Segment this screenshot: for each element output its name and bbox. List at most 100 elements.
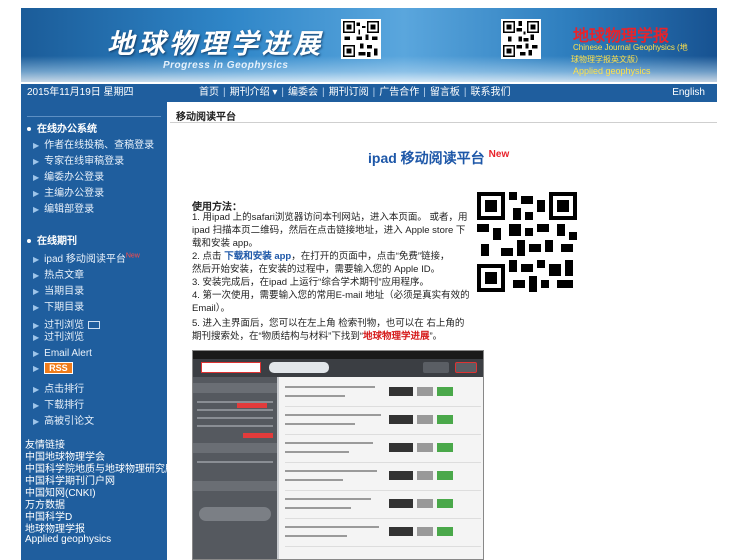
sidebar-item-author[interactable]: ▶ 作者在线投稿、查稿登录 [33, 136, 154, 151]
ipad-panel-header [193, 443, 277, 453]
nav-home[interactable]: 首页 [199, 84, 219, 102]
sister-journal-applied[interactable]: Applied geophysics [573, 66, 651, 76]
nav-separator: | [223, 87, 226, 98]
section-online-office: 在线办公系统 [27, 120, 97, 135]
ipad-panel-row [197, 425, 273, 427]
nav-separator: | [322, 87, 325, 98]
usage-title: 使用方法： [192, 202, 242, 213]
nav-contact[interactable]: 联系我们 [470, 84, 510, 102]
download-app-link[interactable]: 下载和安装 app [224, 251, 291, 262]
nav-editorial-board[interactable]: 编委会 [288, 84, 318, 102]
journal-name-highlight: 地球物理学进展 [363, 331, 430, 342]
ipad-panel-row [197, 461, 273, 463]
sister-journal-en[interactable]: Chinese Journal Geophysics (地 [573, 42, 688, 53]
nav-separator: | [463, 87, 467, 98]
arrow-right-icon: ▶ [33, 364, 40, 373]
instruction-line: 载和安装 app。 [192, 238, 258, 249]
arrow-right-icon: ▶ [33, 157, 40, 166]
breadcrumb: 移动阅读平台 [176, 112, 236, 123]
sidebar-item-current[interactable]: ▶ 当期目录 [33, 282, 84, 297]
bullet-icon [27, 127, 31, 132]
instruction-line: ipad 扫描本页二维码，然后在点击链接地址，进入 Apple store 下 [192, 225, 466, 236]
sidebar-item-reviewer[interactable]: ▶ 专家在线审稿登录 [33, 152, 124, 167]
ipad-panel-header [193, 383, 277, 393]
sidebar-item-rss[interactable]: ▶ RSS [33, 362, 73, 374]
sidebar-item-download-rank[interactable]: ▶ 下载排行 [33, 396, 84, 411]
ipad-list-item [285, 381, 481, 407]
sidebar-item-board[interactable]: ▶ 编委办公登录 [33, 168, 104, 183]
nav-separator: | [372, 87, 376, 98]
arrow-right-icon: ▶ [33, 173, 40, 182]
sister-journal-en-cont[interactable]: 球物理学报英文版） [571, 54, 643, 65]
instruction-line: 然后开始安装，在安装的过程中，需要输入您的 Apple ID。 [192, 264, 441, 275]
instruction-line: 3. 安装完成后，在ipad 上运行“综合学术期刊”应用程序。 [192, 277, 429, 288]
instruction-line: 5. 进入主界面后，您可以在左上角 检索刊物，也可以在 右上角的 [192, 318, 465, 329]
bullet-icon [27, 239, 31, 244]
ipad-panel-pill [199, 507, 271, 521]
arrow-right-icon: ▶ [33, 417, 40, 426]
journal-logo[interactable]: 地球物理学进展 [107, 22, 324, 61]
arrow-right-icon: ▶ [33, 205, 40, 214]
ipad-list-item [285, 437, 481, 463]
site-header: 地球物理学进展 Progress in Geophysics 地球物理学报 Ch… [21, 8, 717, 82]
ipad-status-bar [193, 351, 483, 359]
ipad-panel-row [197, 409, 273, 411]
arrow-right-icon: ▶ [33, 303, 40, 312]
ipad-search-pill [269, 362, 329, 373]
sidebar-item-archive-browse[interactable]: ▶ 过刊浏览 [33, 328, 84, 343]
instruction-line: Email）。 [192, 303, 231, 314]
main-content: 移动阅读平台 ipad 移动阅读平台 New 使用方法： 1. 用ipad 上的s… [170, 102, 717, 560]
sidebar-item-hot[interactable]: ▶ 热点文章 [33, 266, 84, 281]
page: 地球物理学进展 Progress in Geophysics 地球物理学报 Ch… [0, 0, 736, 560]
ipad-list-item [285, 493, 481, 519]
arrow-right-icon: ▶ [33, 333, 40, 342]
sidebar-item-chief-editor[interactable]: ▶ 主编办公登录 [33, 184, 104, 199]
ipad-annotation [243, 433, 273, 438]
sidebar-item-click-rank[interactable]: ▶ 点击排行 [33, 380, 84, 395]
sidebar: 在线办公系统 ▶ 作者在线投稿、查稿登录 ▶ 专家在线审稿登录 ▶ 编委办公登录 ▶ 主… [21, 102, 175, 560]
ipad-list-item [285, 409, 481, 435]
ipad-list-item [285, 521, 481, 547]
instruction-line: 2. 点击 下载和安装 app，在打开的页面中，点击“免费”链接， [192, 251, 450, 262]
section-online-journal: 在线期刊 [27, 232, 77, 247]
nav-subscribe[interactable]: 期刊订阅 [329, 84, 369, 102]
friend-link[interactable]: Applied geophysics [25, 534, 111, 545]
nav-guestbook[interactable]: 留言板 [430, 84, 460, 102]
ipad-annotation [237, 403, 267, 408]
sidebar-item-email-alert[interactable]: ▶ Email Alert [33, 348, 92, 359]
arrow-right-icon: ▶ [33, 385, 40, 394]
nav-links: 首页 | 期刊介绍 ▾ | 编委会 | 期刊订阅 | 广告合作 | 留言板 | … [199, 84, 510, 102]
ipad-app-screenshot [192, 350, 484, 560]
arrow-right-icon: ▶ [33, 287, 40, 296]
rss-icon[interactable]: RSS [44, 362, 73, 374]
nav-bar: 2015年11月19日 星期四 首页 | 期刊介绍 ▾ | 编委会 | 期刊订阅… [21, 84, 717, 102]
arrow-right-icon: ▶ [33, 255, 40, 264]
ipad-panel-header [193, 481, 277, 491]
friend-link[interactable]: 地球物理学报 [25, 520, 85, 535]
arrow-right-icon: ▶ [33, 401, 40, 410]
arrow-right-icon: ▶ [33, 141, 40, 150]
sidebar-divider [27, 116, 161, 117]
new-badge: New [125, 252, 140, 260]
nav-about[interactable]: 期刊介绍 ▾ [230, 84, 278, 102]
ipad-toolbar-button [423, 362, 449, 373]
ipad-search-box [201, 362, 261, 373]
sidebar-item-next[interactable]: ▶ 下期目录 [33, 298, 84, 313]
language-switch[interactable]: English [672, 84, 705, 102]
instruction-line: 4. 第一次使用，需要输入您的常用E-mail 地址（必须是真实有效的 [192, 290, 470, 301]
qr-code-icon [477, 192, 577, 292]
expand-icon[interactable] [88, 321, 101, 330]
sidebar-item-ipad[interactable]: ▶ ipad 移动阅读平台New [33, 250, 140, 265]
ipad-menu-button [455, 362, 477, 373]
sidebar-item-editorial[interactable]: ▶ 编辑部登录 [33, 200, 94, 215]
sidebar-item-cited[interactable]: ▶ 高被引论文 [33, 412, 94, 427]
current-date: 2015年11月19日 星期四 [27, 87, 134, 98]
nav-advertising[interactable]: 广告合作 [379, 84, 419, 102]
arrow-right-icon: ▶ [33, 189, 40, 198]
breadcrumb-divider [170, 122, 717, 123]
instruction-line: 期刊搜索处，在“物质结构与材料”下找到“地球物理学进展”。 [192, 331, 443, 342]
ipad-list-item [285, 465, 481, 491]
instruction-line: 1. 用ipad 上的safari浏览器访问本刊网站，进入本页面。 或者，用 [192, 212, 468, 223]
arrow-right-icon: ▶ [33, 349, 40, 358]
qr-code-icon [501, 19, 541, 59]
